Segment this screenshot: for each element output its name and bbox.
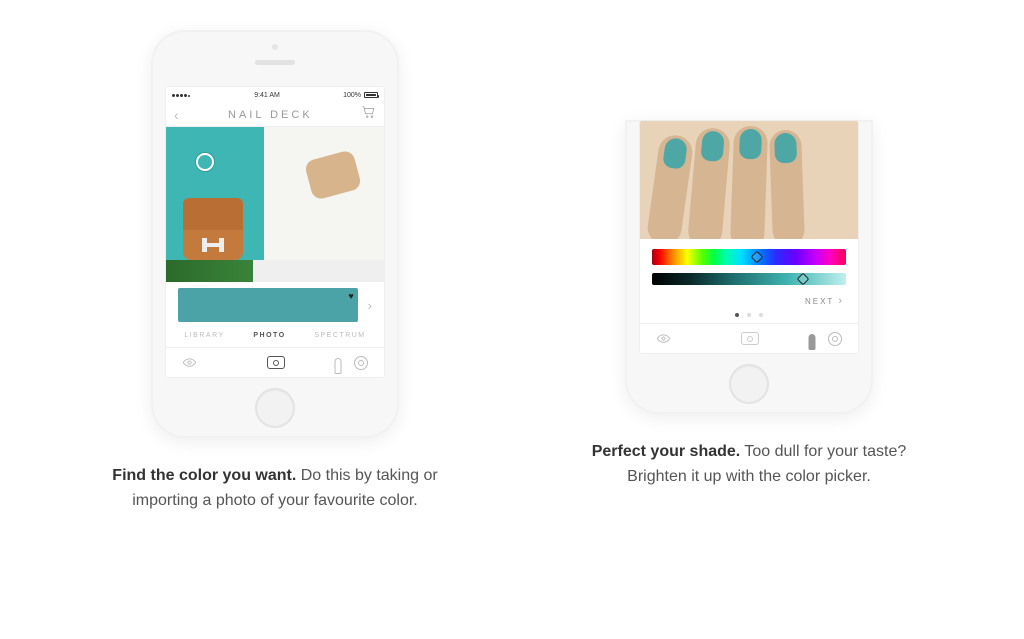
caption-left-bold: Find the color you want.	[112, 467, 296, 484]
target-icon[interactable]	[354, 356, 368, 370]
page-indicator	[640, 309, 858, 323]
lightness-slider[interactable]	[652, 273, 846, 285]
app-title: NAIL DECK	[228, 109, 313, 121]
caption-right-bold: Perfect your shade.	[592, 443, 741, 460]
status-battery-label: 100%	[343, 92, 361, 99]
next-chevron-icon[interactable]: ›	[838, 295, 844, 307]
swatch-next-icon[interactable]: ›	[368, 298, 372, 313]
battery-icon	[364, 92, 378, 98]
caption-left: Find the color you want. Do this by taki…	[95, 464, 455, 514]
favorite-icon[interactable]: ♥	[348, 291, 353, 301]
feature-find-color: 9:41 AM 100% ‹ NAIL DECK	[60, 30, 490, 514]
bottom-toolbar	[166, 347, 384, 377]
camera-icon[interactable]	[741, 332, 759, 345]
nail-outline-icon[interactable]	[334, 358, 341, 374]
nail-filled-icon[interactable]	[808, 334, 815, 350]
phone-camera-dot	[272, 44, 278, 50]
next-row: NEXT ›	[640, 287, 858, 309]
source-photo[interactable]	[166, 127, 384, 282]
phone-mockup-2: NEXT ›	[625, 120, 873, 414]
page-dot-3[interactable]	[759, 313, 763, 317]
page-dot-2[interactable]	[747, 313, 751, 317]
signal-dots-icon	[172, 92, 191, 99]
target-icon[interactable]	[828, 332, 842, 346]
selected-color-swatch[interactable]: ♥	[178, 288, 358, 322]
feature-perfect-shade: NEXT ›	[534, 30, 964, 490]
hue-slider[interactable]	[652, 249, 846, 265]
back-icon[interactable]: ‹	[174, 108, 179, 122]
phone2-screen: NEXT ›	[639, 120, 859, 354]
preview-eye-icon[interactable]	[182, 355, 198, 371]
tab-spectrum[interactable]: SPECTRUM	[314, 332, 365, 339]
nails-preview	[640, 121, 858, 239]
status-time: 9:41 AM	[254, 92, 280, 99]
app-navbar: ‹ NAIL DECK	[166, 103, 384, 127]
page-dot-1[interactable]	[735, 313, 739, 317]
phone1-screen: 9:41 AM 100% ‹ NAIL DECK	[165, 86, 385, 378]
eyedropper-reticle-icon[interactable]	[196, 153, 214, 171]
lightness-slider-thumb[interactable]	[797, 273, 810, 286]
tab-library[interactable]: LIBRARY	[184, 332, 224, 339]
phone-mockup-1: 9:41 AM 100% ‹ NAIL DECK	[151, 30, 399, 438]
cart-icon[interactable]	[362, 105, 376, 124]
status-bar: 9:41 AM 100%	[166, 87, 384, 103]
selected-swatch-row: ♥ ›	[166, 282, 384, 328]
color-picker	[640, 239, 858, 287]
home-button[interactable]	[729, 364, 769, 404]
camera-icon[interactable]	[267, 356, 285, 369]
home-button[interactable]	[255, 388, 295, 428]
phone-speaker	[255, 60, 295, 65]
tab-photo[interactable]: PHOTO	[253, 332, 285, 339]
caption-right: Perfect your shade. Too dull for your ta…	[569, 440, 929, 490]
mode-tabs: LIBRARY PHOTO SPECTRUM	[166, 328, 384, 347]
next-label[interactable]: NEXT	[805, 297, 834, 306]
bottom-toolbar	[640, 323, 858, 353]
hue-slider-thumb[interactable]	[750, 251, 763, 264]
preview-eye-icon[interactable]	[656, 331, 672, 347]
